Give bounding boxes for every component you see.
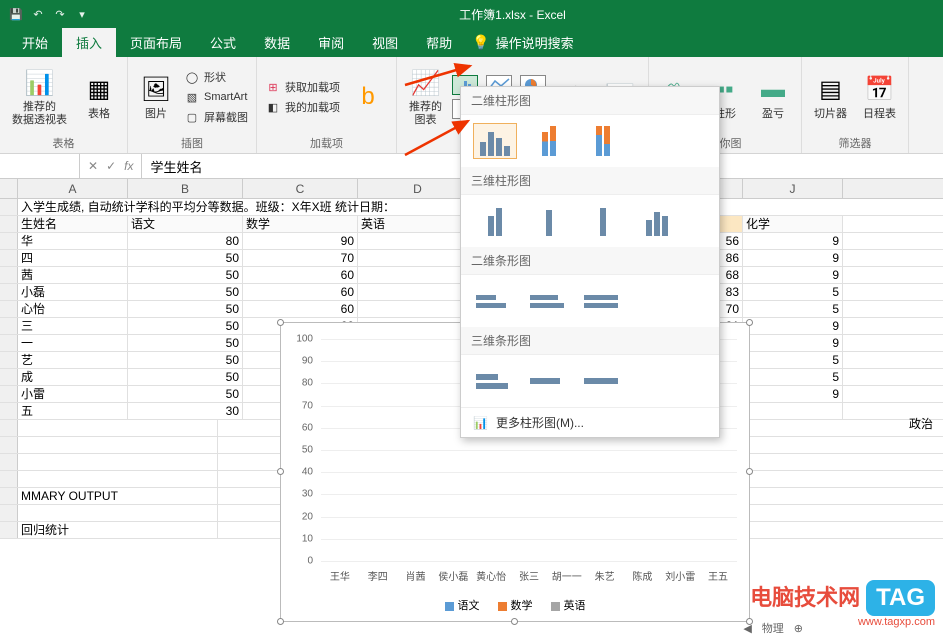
stacked-bar-option[interactable] [527, 283, 571, 319]
stacked100-bar-option[interactable] [581, 283, 625, 319]
tab-help[interactable]: 帮助 [412, 28, 466, 57]
screenshot-icon: ▢ [184, 109, 200, 125]
group-filters: ▤切片器 📅日程表 筛选器 [802, 57, 909, 153]
bing-button[interactable]: b [346, 79, 390, 115]
shapes-icon: ◯ [184, 69, 200, 85]
more-column-charts-button[interactable]: 📊 更多柱形图(M)... [461, 407, 719, 437]
stacked-column-option[interactable] [527, 123, 571, 159]
timeline-icon: 📅 [864, 74, 896, 106]
tab-layout[interactable]: 页面布局 [116, 28, 196, 57]
3d-clustered-column-option[interactable] [473, 203, 517, 239]
get-addins-button[interactable]: ⊞获取加载项 [263, 78, 342, 96]
recommended-charts-button[interactable]: 📈 推荐的 图表 [403, 65, 448, 129]
table-icon: ▦ [83, 74, 115, 106]
tab-formulas[interactable]: 公式 [196, 28, 250, 57]
slicer-button[interactable]: ▤切片器 [808, 72, 853, 123]
tab-review[interactable]: 审阅 [304, 28, 358, 57]
qat-more-icon[interactable]: ▾ [74, 6, 90, 22]
cancel-icon[interactable]: ✕ [88, 159, 98, 173]
name-box[interactable] [0, 154, 80, 178]
tab-view[interactable]: 视图 [358, 28, 412, 57]
tab-insert[interactable]: 插入 [62, 28, 116, 57]
pivot-table-button[interactable]: 📊 推荐的 数据透视表 [6, 65, 73, 129]
3d-stacked100-column-option[interactable] [581, 203, 625, 239]
clustered-bar-option[interactable] [473, 283, 517, 319]
window-title: 工作簿1.xlsx - Excel [90, 6, 935, 23]
quick-access-toolbar: 💾 ↶ ↷ ▾ [8, 6, 90, 22]
chart-small-icon: 📊 [473, 416, 488, 430]
pivot-icon: 📊 [24, 67, 56, 99]
titlebar: 💾 ↶ ↷ ▾ 工作簿1.xlsx - Excel [0, 0, 943, 28]
sparkwinloss-icon: ▬ [757, 74, 789, 106]
3d-column-option[interactable] [635, 203, 679, 239]
3d-stacked100-bar-option[interactable] [581, 363, 625, 399]
addin-icon: ◧ [265, 99, 281, 115]
tab-data[interactable]: 数据 [250, 28, 304, 57]
table-button[interactable]: ▦ 表格 [77, 72, 121, 123]
ribbon-tabs: 开始 插入 页面布局 公式 数据 审阅 视图 帮助 💡 操作说明搜索 [0, 28, 943, 57]
tab-home[interactable]: 开始 [8, 28, 62, 57]
smartart-button[interactable]: ▧SmartArt [182, 88, 250, 106]
redo-icon[interactable]: ↷ [52, 6, 68, 22]
dd-section-3d-column: 三维柱形图 [461, 167, 719, 195]
pictures-button[interactable]: 🖼 图片 [134, 72, 178, 123]
3d-stacked-column-option[interactable] [527, 203, 571, 239]
group-illustrations: 🖼 图片 ◯形状 ▧SmartArt ▢屏幕截图 插图 [128, 57, 257, 153]
screenshot-button[interactable]: ▢屏幕截图 [182, 108, 250, 126]
enter-icon[interactable]: ✓ [106, 159, 116, 173]
sparkline-winloss-button[interactable]: ▬盈亏 [751, 72, 795, 123]
group-addins: ⊞获取加载项 ◧我的加载项 b 加载项 [257, 57, 397, 153]
3d-stacked-bar-option[interactable] [527, 363, 571, 399]
recommended-chart-icon: 📈 [410, 67, 442, 99]
dd-section-2d-bar: 二维条形图 [461, 247, 719, 275]
dd-section-3d-bar: 三维条形图 [461, 327, 719, 355]
3d-clustered-bar-option[interactable] [473, 363, 517, 399]
column-chart-dropdown: 二维柱形图 三维柱形图 二维条形图 三维条形图 📊 更多柱形图(M)... [460, 86, 720, 438]
watermark: 电脑技术网TAG www.tagxp.com [750, 580, 935, 628]
cell-politics: 政治 [909, 415, 933, 432]
lightbulb-icon: 💡 [472, 34, 489, 51]
smartart-icon: ▧ [184, 89, 200, 105]
bing-icon: b [352, 81, 384, 113]
group-tables: 📊 推荐的 数据透视表 ▦ 表格 表格 [0, 57, 128, 153]
shapes-button[interactable]: ◯形状 [182, 68, 250, 86]
stacked100-column-option[interactable] [581, 123, 625, 159]
chart-legend: 语文 数学 英语 [281, 597, 749, 613]
tell-me-search[interactable]: 操作说明搜索 [496, 33, 574, 52]
picture-icon: 🖼 [140, 74, 172, 106]
timeline-button[interactable]: 📅日程表 [857, 72, 902, 123]
my-addins-button[interactable]: ◧我的加载项 [263, 98, 342, 116]
fx-icon[interactable]: fx [124, 159, 133, 173]
undo-icon[interactable]: ↶ [30, 6, 46, 22]
save-icon[interactable]: 💾 [8, 6, 24, 22]
dd-section-2d-column: 二维柱形图 [461, 87, 719, 115]
clustered-column-option[interactable] [473, 123, 517, 159]
slicer-icon: ▤ [815, 74, 847, 106]
store-icon: ⊞ [265, 79, 281, 95]
